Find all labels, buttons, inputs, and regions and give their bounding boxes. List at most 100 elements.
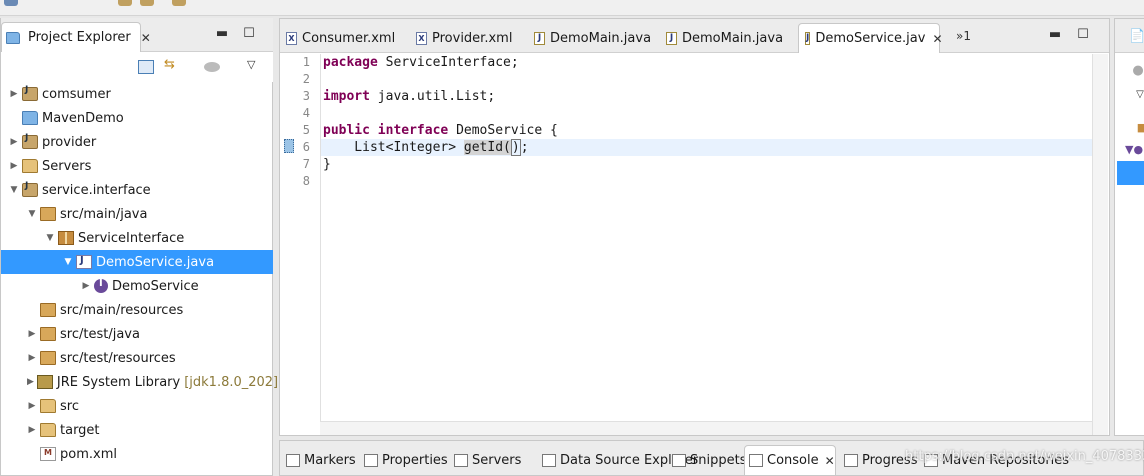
bottom-tab[interactable]: Properties <box>360 445 448 475</box>
maximize-icon[interactable]: ☐ <box>242 26 256 41</box>
chevron-down-icon[interactable]: ▽ <box>1133 89 1144 100</box>
tree-item[interactable]: ▶ comsumer <box>1 82 273 106</box>
editor-tab-label: DemoMain.java <box>550 30 652 46</box>
minimize-icon[interactable]: ▬ <box>1048 27 1062 42</box>
tree-item[interactable]: ▶ Servers <box>1 154 273 178</box>
maven-project-icon <box>22 133 38 149</box>
tree-item[interactable]: ▶ src/test/java <box>1 322 273 346</box>
vertical-scrollbar[interactable] <box>1092 54 1108 435</box>
tree-item[interactable]: ▶ DemoService <box>1 274 273 298</box>
tree-item[interactable]: ▶ JRE System Library [jdk1.8.0_202] <box>1 370 278 394</box>
tree-item[interactable]: ▶ target <box>1 418 273 442</box>
bottom-tab-label: Console <box>767 453 819 468</box>
toolbar-icon[interactable] <box>118 0 132 6</box>
matching-bracket: ) <box>510 139 521 156</box>
horizontal-scrollbar[interactable] <box>320 421 1092 435</box>
watermark: https://blog.csdn.net/weixin_40783338 <box>905 449 1144 464</box>
source-folder-icon <box>40 303 56 317</box>
close-icon[interactable]: ✕ <box>932 32 942 46</box>
editor-tab[interactable]: J DemoMain.java <box>528 23 658 53</box>
tree-item-label: DemoService.java <box>96 254 215 270</box>
tree-item[interactable]: src/main/resources <box>1 298 273 322</box>
editor-tab[interactable]: X Consumer.xml <box>280 23 408 53</box>
chevron-right-icon[interactable]: ▶ <box>27 401 37 411</box>
keyword: package <box>323 55 378 70</box>
progress-icon <box>844 453 858 467</box>
tree-item-label: MavenDemo <box>42 110 124 126</box>
close-icon[interactable]: ✕ <box>825 454 835 468</box>
tree-item[interactable]: ▼ service.interface <box>1 178 273 202</box>
tree-item-label: JRE System Library <box>56 374 181 390</box>
editor-tab[interactable]: J DemoMain.java <box>660 23 796 53</box>
chevron-right-icon[interactable]: ▶ <box>27 353 37 363</box>
tree-item[interactable]: MavenDemo <box>1 106 273 130</box>
code-line-6: List<Integer> getId(); <box>321 139 1093 156</box>
folder-icon <box>40 423 56 437</box>
link-with-editor-icon[interactable]: ⇆ <box>164 57 180 72</box>
toolbar-icon[interactable] <box>140 0 154 6</box>
tree-item[interactable]: ▼ ServiceInterface <box>1 226 273 250</box>
code-area[interactable]: package ServiceInterface; import java.ut… <box>320 54 1093 435</box>
toolbar-icon[interactable] <box>172 0 186 6</box>
tab-label: Project Explorer <box>28 30 131 45</box>
maximize-icon[interactable]: ☐ <box>1076 27 1090 42</box>
tree-item-label: comsumer <box>42 86 111 102</box>
bottom-tab[interactable]: Markers <box>282 445 358 475</box>
more-tabs-button[interactable]: »1 <box>956 29 971 43</box>
toolbar-icon[interactable] <box>4 0 18 6</box>
keyword: import <box>323 89 370 104</box>
bottom-tab-label: Servers <box>472 452 522 468</box>
bottom-tab[interactable]: Servers <box>450 445 536 475</box>
chevron-right-icon[interactable]: ▶ <box>27 425 37 435</box>
tree-item-label: pom.xml <box>60 446 117 462</box>
chevron-right-icon[interactable]: ▶ <box>9 89 19 99</box>
tree-item[interactable]: ▼ DemoService.java <box>1 250 273 274</box>
chevron-down-icon[interactable]: ▼ <box>45 233 55 243</box>
minimize-icon[interactable]: ▬ <box>215 26 229 41</box>
outline-selected-row[interactable] <box>1117 161 1144 185</box>
editor-tab-label: Consumer.xml <box>302 30 396 46</box>
tree-item-label: src/test/java <box>60 326 140 342</box>
view-menu-icon[interactable]: ● <box>1131 63 1144 78</box>
chevron-right-icon[interactable]: ▶ <box>27 377 34 387</box>
chevron-down-icon[interactable]: ▼ <box>9 185 19 195</box>
chevron-right-icon[interactable]: ▶ <box>9 137 19 147</box>
library-icon <box>36 375 53 389</box>
java-file-icon: J <box>666 31 677 45</box>
chevron-right-icon[interactable]: ▶ <box>27 329 37 339</box>
editor-tab[interactable]: J DemoService.jav ✕ <box>798 23 943 53</box>
tree-item[interactable]: pom.xml <box>1 442 273 466</box>
chevron-down-icon[interactable]: ▼ <box>27 209 37 219</box>
explorer-tabbar: Project Explorer ✕ ▬ ☐ <box>1 18 273 52</box>
java-file-icon: J <box>805 32 811 45</box>
chevron-right-icon[interactable]: ▶ <box>9 161 19 171</box>
code-text: ; <box>520 140 529 155</box>
bottom-tab[interactable]: Data Source Explorer <box>538 445 698 475</box>
tab-icon[interactable]: 📄 <box>1129 29 1144 44</box>
tree-item[interactable]: ▼ src/main/java <box>1 202 273 226</box>
bottom-tab-label: Snippets <box>690 452 747 468</box>
bottom-tab[interactable]: Snippets <box>668 445 746 475</box>
markers-icon <box>286 453 300 467</box>
tree-item[interactable]: ▶ src/test/resources <box>1 346 273 370</box>
main-toolbar <box>0 0 1144 16</box>
outline-panel: 📄 ● ▽ ■ ▼● <box>1114 18 1144 436</box>
data-source-icon <box>542 453 556 467</box>
tab-project-explorer[interactable]: Project Explorer ✕ <box>1 22 151 52</box>
bottom-tab[interactable]: Console ✕ <box>744 445 836 475</box>
code-text: List<Integer> <box>323 140 464 155</box>
paren-open: ( <box>503 140 511 155</box>
tree-item[interactable]: ▶ provider <box>1 130 273 154</box>
project-tree: ▶ comsumer MavenDemo ▶ provider ▶ Servers ▼ serv… <box>1 82 278 466</box>
view-menu-icon[interactable] <box>204 62 220 72</box>
project-explorer-icon <box>6 31 20 44</box>
tree-item-label: provider <box>42 134 97 150</box>
chevron-right-icon[interactable]: ▶ <box>81 281 91 291</box>
editor-tab[interactable]: X Provider.xml <box>410 23 526 53</box>
chevron-down-icon[interactable]: ▽ <box>247 58 263 72</box>
chevron-down-icon[interactable]: ▼ <box>63 257 73 267</box>
tree-item[interactable]: ▶ src <box>1 394 273 418</box>
collapse-all-icon[interactable] <box>138 60 154 74</box>
close-icon[interactable]: ✕ <box>141 31 151 45</box>
code-text: ServiceInterface; <box>377 55 519 70</box>
